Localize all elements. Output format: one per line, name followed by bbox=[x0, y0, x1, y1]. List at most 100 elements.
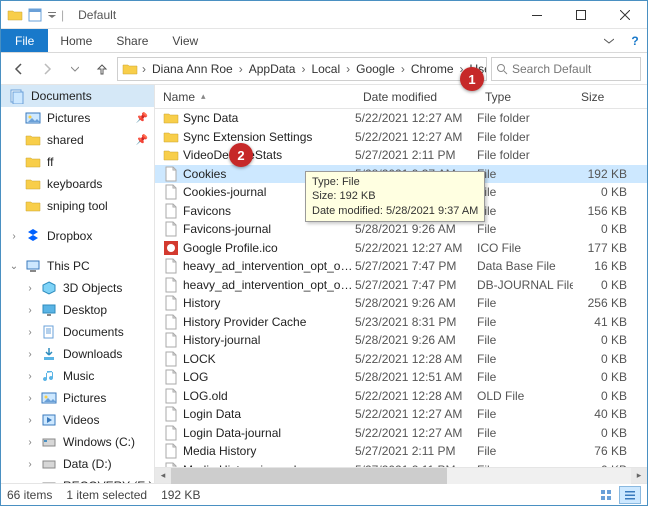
address-row: › Diana Ann Roe› AppData› Local› Google›… bbox=[1, 53, 647, 85]
chevron-right-icon[interactable]: › bbox=[399, 62, 407, 76]
sidebar-item[interactable]: ›Data (D:) bbox=[1, 453, 154, 475]
file-row[interactable]: Login Data-journal5/22/2021 12:27 AMFile… bbox=[155, 424, 647, 443]
sidebar-item[interactable]: keyboards bbox=[1, 173, 154, 195]
expand-icon[interactable]: › bbox=[25, 437, 35, 448]
help-button[interactable]: ? bbox=[623, 29, 647, 52]
nav-forward-button[interactable] bbox=[35, 57, 59, 81]
chevron-right-icon[interactable]: › bbox=[140, 62, 148, 76]
file-type: File bbox=[477, 333, 573, 347]
sidebar-item[interactable]: ›RECOVERY (E:) bbox=[1, 475, 154, 483]
nav-up-button[interactable] bbox=[91, 57, 113, 81]
col-size[interactable]: Size bbox=[573, 90, 633, 104]
sidebar-item[interactable]: ›Windows (C:) bbox=[1, 431, 154, 453]
file-size: 0 KB bbox=[573, 370, 645, 384]
column-headers[interactable]: Name▴ Date modified Type Size bbox=[155, 85, 647, 109]
file-row[interactable]: Google Profile.ico5/22/2021 12:27 AMICO … bbox=[155, 239, 647, 258]
ribbon-tabs: File Home Share View ? bbox=[1, 29, 647, 53]
file-rows[interactable]: Type: File Size: 192 KB Date modified: 5… bbox=[155, 109, 647, 467]
sidebar-item[interactable]: ›Desktop bbox=[1, 299, 154, 321]
folder-icon bbox=[25, 154, 41, 170]
expand-icon[interactable]: › bbox=[25, 305, 35, 316]
view-details-button[interactable] bbox=[619, 486, 641, 504]
breadcrumb-seg[interactable]: Google bbox=[354, 62, 397, 76]
annotation-callout-1: 1 bbox=[460, 67, 484, 91]
chevron-right-icon[interactable]: › bbox=[299, 62, 307, 76]
file-type: File bbox=[477, 315, 573, 329]
nav-back-button[interactable] bbox=[7, 57, 31, 81]
maximize-button[interactable] bbox=[559, 1, 603, 29]
file-row[interactable]: LOG5/28/2021 12:51 AMFile0 KB bbox=[155, 368, 647, 387]
file-row[interactable]: LOCK5/22/2021 12:28 AMFile0 KB bbox=[155, 350, 647, 369]
sidebar-item[interactable]: ›Documents bbox=[1, 321, 154, 343]
file-row[interactable]: heavy_ad_intervention_opt_out.db-journal… bbox=[155, 276, 647, 295]
sidebar-item[interactable]: Pictures📌 bbox=[1, 107, 154, 129]
chevron-right-icon[interactable]: › bbox=[237, 62, 245, 76]
qat-properties-icon[interactable] bbox=[27, 7, 43, 23]
breadcrumb-bar[interactable]: › Diana Ann Roe› AppData› Local› Google›… bbox=[117, 57, 487, 81]
expand-icon[interactable]: › bbox=[25, 327, 35, 338]
sidebar-item[interactable]: ff bbox=[1, 151, 154, 173]
view-large-icons-button[interactable] bbox=[595, 486, 617, 504]
file-type: File bbox=[477, 167, 573, 181]
close-button[interactable] bbox=[603, 1, 647, 29]
file-name: Sync Extension Settings bbox=[181, 130, 355, 144]
file-name: Media History-journal bbox=[181, 463, 355, 467]
qat-dropdown-icon[interactable] bbox=[47, 7, 57, 23]
file-row[interactable]: History-journal5/28/2021 9:26 AMFile0 KB bbox=[155, 331, 647, 350]
sidebar-item[interactable]: ›Music bbox=[1, 365, 154, 387]
file-row[interactable]: Media History5/27/2021 2:11 PMFile76 KB bbox=[155, 442, 647, 461]
sidebar-item-dropbox[interactable]: › Dropbox bbox=[1, 225, 154, 247]
breadcrumb-seg[interactable]: Chrome bbox=[409, 62, 456, 76]
sidebar-item[interactable]: ›Pictures bbox=[1, 387, 154, 409]
nav-sidebar[interactable]: Documents Pictures📌shared📌ffkeyboardssni… bbox=[1, 85, 155, 483]
tab-file[interactable]: File bbox=[1, 29, 48, 52]
scroll-thumb[interactable] bbox=[171, 468, 447, 484]
file-row[interactable]: LOG.old5/22/2021 12:28 AMOLD File0 KB bbox=[155, 387, 647, 406]
expand-icon[interactable]: › bbox=[25, 371, 35, 382]
file-row[interactable]: History5/28/2021 9:26 AMFile256 KB bbox=[155, 294, 647, 313]
sidebar-item[interactable]: ›3D Objects bbox=[1, 277, 154, 299]
nav-recent-dropdown[interactable] bbox=[63, 57, 87, 81]
tab-view[interactable]: View bbox=[160, 29, 210, 52]
tab-home[interactable]: Home bbox=[48, 29, 104, 52]
file-row[interactable]: History Provider Cache5/23/2021 8:31 PMF… bbox=[155, 313, 647, 332]
sidebar-item[interactable]: ›Downloads bbox=[1, 343, 154, 365]
file-row[interactable]: Favicons-journal5/28/2021 9:26 AMFile0 K… bbox=[155, 220, 647, 239]
horizontal-scrollbar[interactable]: ◂ ▸ bbox=[155, 467, 647, 483]
sidebar-item-thispc[interactable]: ⌄ This PC bbox=[1, 255, 154, 277]
file-name: Google Profile.ico bbox=[181, 241, 355, 255]
scroll-right-icon[interactable]: ▸ bbox=[631, 468, 647, 484]
file-icon bbox=[161, 443, 181, 459]
expand-icon[interactable]: › bbox=[25, 415, 35, 426]
file-row[interactable]: Login Data5/22/2021 12:27 AMFile40 KB bbox=[155, 405, 647, 424]
col-name[interactable]: Name▴ bbox=[155, 90, 355, 104]
tab-share[interactable]: Share bbox=[104, 29, 160, 52]
minimize-button[interactable] bbox=[515, 1, 559, 29]
col-date[interactable]: Date modified bbox=[355, 90, 477, 104]
expand-icon[interactable]: › bbox=[25, 459, 35, 470]
file-row[interactable]: Sync Data5/22/2021 12:27 AMFile folder bbox=[155, 109, 647, 128]
scroll-left-icon[interactable]: ◂ bbox=[155, 468, 171, 484]
file-row[interactable]: heavy_ad_intervention_opt_out.db5/27/202… bbox=[155, 257, 647, 276]
sidebar-item[interactable]: sniping tool bbox=[1, 195, 154, 217]
search-input[interactable]: Search Default bbox=[491, 57, 641, 81]
expand-icon[interactable]: › bbox=[25, 349, 35, 360]
file-icon bbox=[161, 277, 181, 293]
collapse-icon[interactable]: ⌄ bbox=[9, 261, 19, 272]
file-row[interactable]: Media History-journal5/27/2021 2:11 PMFi… bbox=[155, 461, 647, 468]
breadcrumb-seg[interactable]: Diana Ann Roe bbox=[150, 62, 235, 76]
sidebar-item[interactable]: ›Videos bbox=[1, 409, 154, 431]
status-selected: 1 item selected bbox=[66, 488, 147, 502]
col-type[interactable]: Type bbox=[477, 90, 573, 104]
sidebar-item[interactable]: shared📌 bbox=[1, 129, 154, 151]
file-date: 5/28/2021 9:26 AM bbox=[355, 222, 477, 236]
expand-icon[interactable]: › bbox=[25, 283, 35, 294]
breadcrumb-seg[interactable]: AppData bbox=[247, 62, 298, 76]
sidebar-item-documents[interactable]: Documents bbox=[1, 85, 154, 107]
file-row[interactable]: Sync Extension Settings5/22/2021 12:27 A… bbox=[155, 128, 647, 147]
expand-icon[interactable]: › bbox=[9, 231, 19, 242]
breadcrumb-seg[interactable]: Local bbox=[309, 62, 342, 76]
expand-icon[interactable]: › bbox=[25, 393, 35, 404]
chevron-right-icon[interactable]: › bbox=[344, 62, 352, 76]
ribbon-expand-icon[interactable] bbox=[595, 29, 623, 52]
